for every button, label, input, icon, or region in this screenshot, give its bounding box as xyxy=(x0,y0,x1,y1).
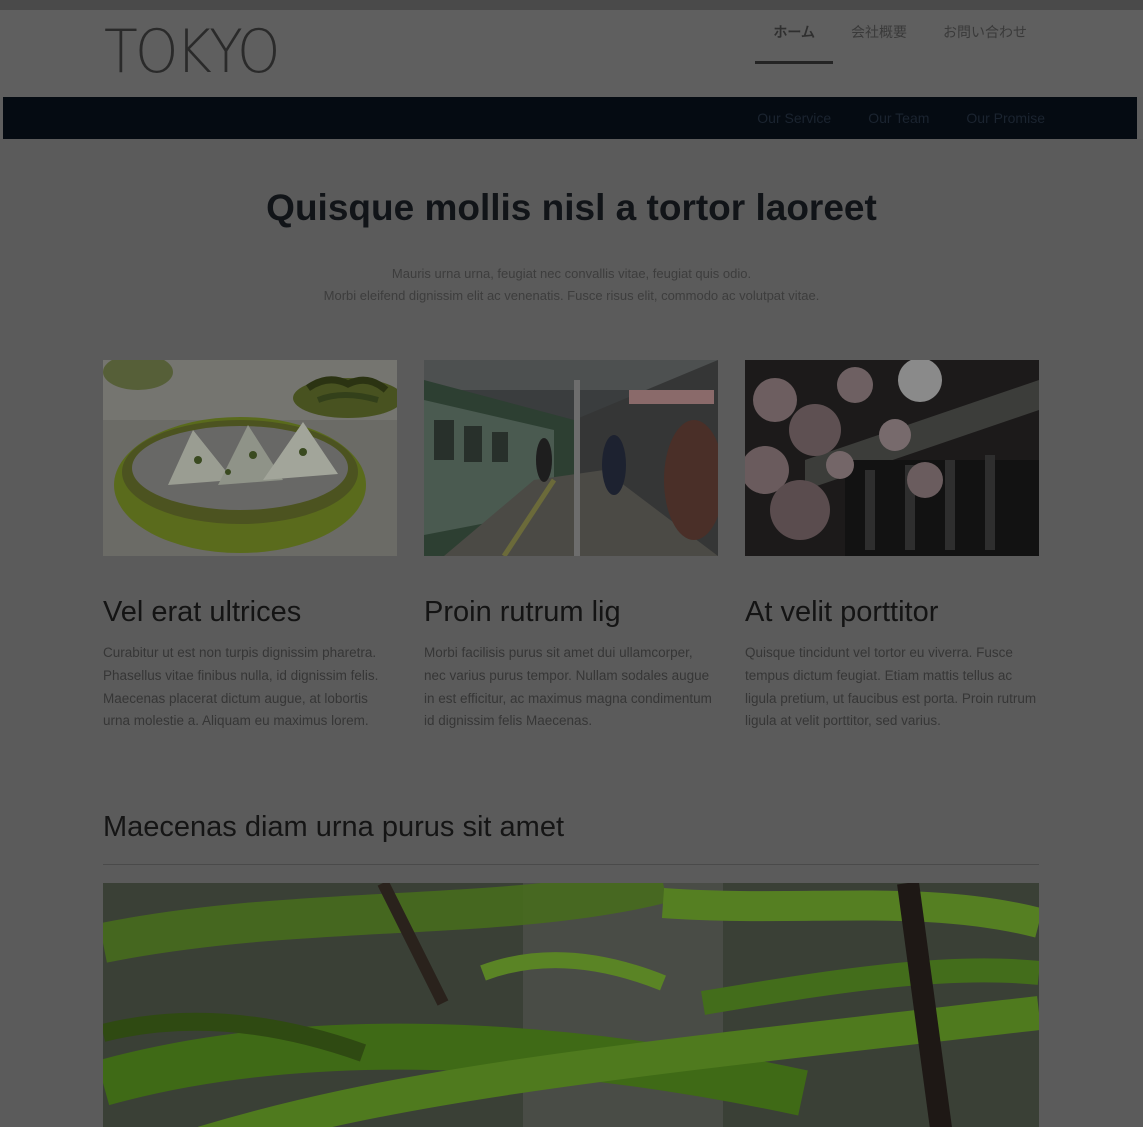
main-content: Quisque mollis nisl a tortor laoreet Mau… xyxy=(0,139,1143,1127)
site-logo[interactable]: TOKYO xyxy=(104,22,280,82)
hero-title: Quisque mollis nisl a tortor laoreet xyxy=(266,187,877,228)
section-title: Maecenas diam urna purus sit amet xyxy=(103,811,564,843)
main-nav: ホーム 会社概要 お問い合わせ xyxy=(755,22,1045,64)
nav-item-home[interactable]: ホーム xyxy=(755,22,833,64)
section-divider xyxy=(103,864,1039,865)
cherry-blossom-photo xyxy=(745,360,1039,556)
fern-leaves-photo xyxy=(103,883,1039,1127)
sub-nav-bar: Our Service Our Team Our Promise xyxy=(3,97,1137,139)
top-edge xyxy=(0,0,1143,10)
feature-card-1: Vel erat ultrices Curabitur ut est non t… xyxy=(103,360,397,733)
hero-subtitle: Mauris urna urna, feugiat nec convallis … xyxy=(0,263,1143,307)
page: TOKYO ホーム 会社概要 お問い合わせ Our Service Our Te… xyxy=(0,0,1143,1127)
card-title: Proin rutrum lig xyxy=(424,596,621,628)
card-title: At velit porttitor xyxy=(745,596,939,628)
nav-item-company[interactable]: 会社概要 xyxy=(833,22,925,62)
sub-nav-our-promise[interactable]: Our Promise xyxy=(966,97,1045,139)
train-platform-photo xyxy=(424,360,718,556)
hero-subtitle-line-2: Morbi eleifend dignissim elit ac venenat… xyxy=(323,288,820,303)
food-bowl-photo xyxy=(103,360,397,556)
site-header: TOKYO ホーム 会社概要 お問い合わせ xyxy=(0,10,1143,97)
feature-card-2: Proin rutrum lig Morbi facilisis purus s… xyxy=(424,360,718,733)
nav-item-contact[interactable]: お問い合わせ xyxy=(925,22,1045,62)
feature-card-3: At velit porttitor Quisque tincidunt vel… xyxy=(745,360,1039,733)
sub-nav-our-team[interactable]: Our Team xyxy=(868,97,929,139)
sub-nav-our-service[interactable]: Our Service xyxy=(757,97,831,139)
card-body: Curabitur ut est non turpis dignissim ph… xyxy=(103,645,379,729)
card-body: Quisque tincidunt vel tortor eu viverra.… xyxy=(745,645,1037,729)
card-title: Vel erat ultrices xyxy=(103,596,302,628)
hero-subtitle-line-1: Mauris urna urna, feugiat nec convallis … xyxy=(391,266,752,281)
card-body: Morbi facilisis purus sit amet dui ullam… xyxy=(424,645,712,729)
